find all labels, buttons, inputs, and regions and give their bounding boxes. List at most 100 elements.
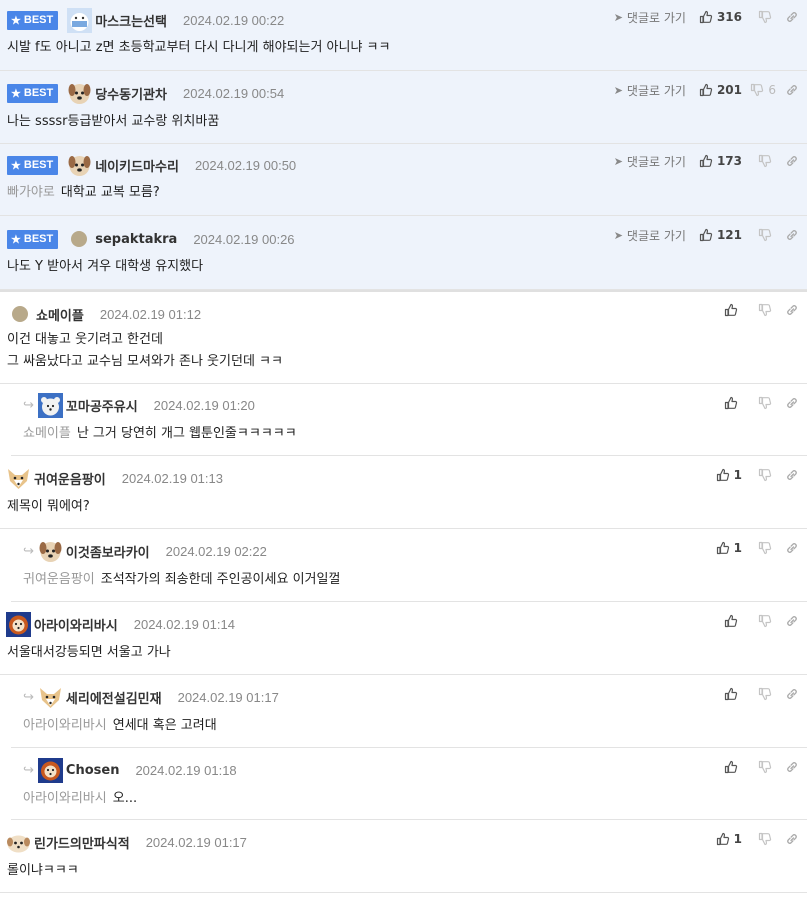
thumb-down-icon [758, 760, 772, 774]
reply-target[interactable]: 아라이와리바시 [23, 718, 107, 733]
best-comment: ★ BEST sepaktakra 2024.02.19 00:26 ➤ 댓글로 가… [0, 216, 807, 290]
nickname[interactable]: 쇼메이플 [36, 305, 84, 324]
thumb-up-icon [716, 468, 730, 482]
reply-comment: ↪ 꼬마공주유시 2024.02.19 01:20 쇼메이플 난 그거 당연히 개… [11, 384, 807, 456]
link-icon[interactable] [785, 154, 799, 168]
nickname[interactable]: 네이키드마수리 [95, 156, 179, 175]
link-icon[interactable] [785, 10, 799, 24]
dislike-button[interactable] [750, 10, 776, 24]
comment-text: 쇼메이플 난 그거 당연히 개그 웹툰인줄ㅋㅋㅋㅋㅋ [23, 426, 297, 441]
thumb-down-icon [758, 468, 772, 482]
arrow-icon: ➤ [613, 228, 623, 242]
dislike-button[interactable] [750, 541, 776, 555]
avatar[interactable] [12, 306, 28, 322]
arrow-icon: ➤ [613, 83, 623, 97]
goto-comment-link[interactable]: ➤ 댓글로 가기 [614, 9, 686, 26]
nickname[interactable]: 당수동기관차 [95, 84, 167, 103]
reply-target[interactable]: 아라이와리바시 [23, 791, 107, 806]
link-icon[interactable] [785, 228, 799, 242]
like-button[interactable]: 316 [699, 10, 742, 24]
thumb-down-icon [758, 832, 772, 846]
thumb-down-icon [758, 614, 772, 628]
thumb-up-icon [724, 303, 738, 317]
link-icon[interactable] [785, 614, 799, 628]
dislike-button[interactable] [750, 832, 776, 846]
dislike-button[interactable] [750, 687, 776, 701]
thumb-down-icon [758, 303, 772, 317]
thumb-down-icon [758, 687, 772, 701]
goto-comment-link[interactable]: ➤ 댓글로 가기 [614, 153, 686, 170]
star-icon: ★ [11, 14, 21, 27]
like-button[interactable] [702, 760, 742, 774]
link-icon[interactable] [785, 468, 799, 482]
reply-target[interactable]: 쇼메이플 [23, 426, 71, 441]
link-icon[interactable] [785, 303, 799, 317]
goto-comment-link[interactable]: ➤ 댓글로 가기 [614, 82, 686, 99]
link-icon[interactable] [785, 687, 799, 701]
nickname[interactable]: 세리에전설김민재 [66, 688, 162, 707]
nickname[interactable]: sepaktakra [95, 232, 177, 247]
avatar[interactable] [71, 231, 88, 247]
dislike-button[interactable] [750, 760, 776, 774]
comment-text: 이건 대놓고 웃기려고 한건데 그 싸움났다고 교수님 모셔와가 존나 웃기던데… [7, 332, 283, 369]
like-button[interactable] [702, 614, 742, 628]
nickname[interactable]: 린가드의만파식적 [34, 833, 130, 852]
avatar[interactable] [38, 685, 63, 710]
comment-date: 2024.02.19 00:22 [182, 12, 285, 28]
avatar[interactable] [6, 830, 31, 855]
like-button[interactable]: 201 [699, 83, 742, 97]
best-comment: ★ BEST 당수동기관차 2024.02.19 00:54 ➤ 댓글로 가기 20… [0, 71, 807, 144]
avatar[interactable] [6, 612, 31, 637]
link-icon[interactable] [785, 760, 799, 774]
dislike-button[interactable] [750, 396, 776, 410]
like-button[interactable] [702, 687, 742, 701]
avatar[interactable] [38, 393, 63, 418]
nickname[interactable]: 이것좀보라카이 [66, 542, 150, 561]
thumb-up-icon [699, 154, 713, 168]
thumb-down-icon [758, 541, 772, 555]
avatar[interactable] [67, 8, 92, 33]
nickname[interactable]: 꼬마공주유시 [66, 396, 138, 415]
nickname[interactable]: Chosen [66, 763, 120, 778]
nickname[interactable]: 귀여운음팡이 [34, 469, 106, 488]
comment-date: 2024.02.19 01:17 [145, 834, 247, 850]
dislike-button[interactable] [750, 614, 776, 628]
avatar[interactable] [38, 539, 63, 564]
reply-target[interactable]: 빠가야로 [7, 185, 55, 200]
reply-comment: ↪ 이것좀보라카이 2024.02.19 02:22 1 귀여운음팡이 조석작가의… [11, 529, 807, 602]
thumb-up-icon [699, 10, 713, 24]
arrow-icon: ➤ [613, 10, 623, 24]
link-icon[interactable] [785, 396, 799, 410]
comment-text: 서울대서강등되면 서울고 가나 [7, 645, 171, 660]
nickname[interactable]: 마스크는선택 [95, 11, 167, 30]
comment-date: 2024.02.19 02:22 [165, 543, 267, 559]
dislike-button[interactable]: 6 [750, 83, 776, 97]
avatar[interactable] [6, 466, 31, 491]
like-button[interactable]: 1 [702, 832, 742, 846]
like-button[interactable] [702, 396, 742, 410]
link-icon[interactable] [785, 83, 799, 97]
link-icon[interactable] [785, 541, 799, 555]
reply-arrow-icon: ↪ [23, 689, 34, 705]
link-icon[interactable] [785, 832, 799, 846]
avatar[interactable] [38, 758, 63, 783]
like-button[interactable]: 173 [699, 154, 742, 168]
like-button[interactable]: 1 [702, 468, 742, 482]
dislike-button[interactable] [750, 468, 776, 482]
nickname[interactable]: 아라이와리바시 [34, 615, 118, 634]
thumb-up-icon [716, 541, 730, 555]
like-button[interactable] [702, 303, 742, 317]
dislike-button[interactable] [750, 228, 776, 242]
comment-text: 시발 f도 아니고 z면 초등학교부터 다시 다니게 해야되는거 아니냐 ㅋㅋ [7, 40, 391, 55]
comment-date: 2024.02.19 01:12 [99, 306, 202, 322]
avatar[interactable] [67, 153, 92, 178]
dislike-button[interactable] [750, 154, 776, 168]
goto-comment-link[interactable]: ➤ 댓글로 가기 [614, 227, 686, 244]
reply-target[interactable]: 귀여운음팡이 [23, 572, 95, 587]
like-button[interactable]: 1 [702, 541, 742, 555]
comment-text: 귀여운음팡이 조석작가의 죄송한데 주인공이세요 이거일껄 [23, 572, 341, 587]
avatar[interactable] [67, 81, 92, 106]
thumb-up-icon [724, 614, 738, 628]
dislike-button[interactable] [750, 303, 776, 317]
like-button[interactable]: 121 [699, 228, 742, 242]
